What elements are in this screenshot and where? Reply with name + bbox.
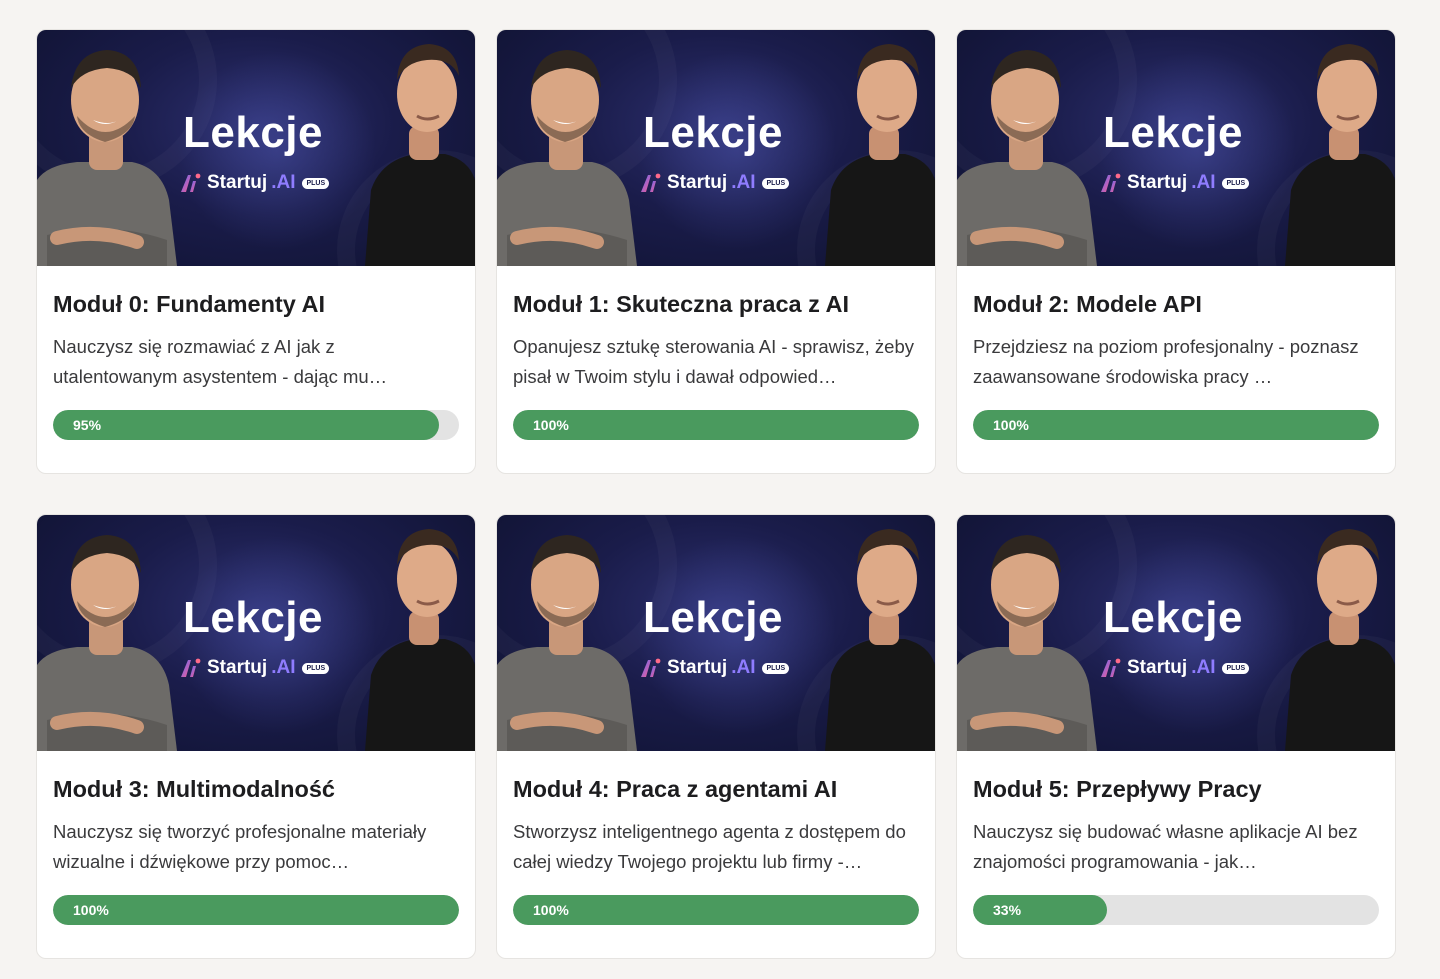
instructor-photo-right [825, 44, 935, 266]
module-progress-label: 100% [73, 902, 109, 918]
instructor-photo-left [37, 50, 177, 266]
instructor-photo-right [825, 529, 935, 751]
brand-name: Startuj [207, 172, 268, 193]
startuj-ai-logo-icon [641, 173, 661, 192]
module-card[interactable]: Lekcje Startuj .AI PLUS Mo [496, 29, 936, 474]
module-thumbnail: Lekcje Startuj .AI PLUS [37, 30, 475, 266]
module-progress-fill: 100% [513, 410, 919, 440]
thumbnail-heading: Lekcje [1103, 593, 1243, 642]
module-description: Opanujesz sztukę sterowania AI - sprawis… [513, 336, 915, 387]
module-description: Przejdziesz na poziom profesjonalny - po… [973, 336, 1359, 387]
module-progress-bar: 100% [513, 410, 919, 440]
brand-suffix: .AI [1191, 172, 1216, 193]
brand-suffix: .AI [731, 657, 756, 678]
plus-badge: PLUS [762, 662, 790, 674]
module-thumbnail: Lekcje Startuj .AI PLUS [957, 515, 1395, 751]
module-progress-fill: 33% [973, 895, 1107, 925]
plus-badge: PLUS [1222, 177, 1250, 189]
thumbnail-heading: Lekcje [643, 593, 783, 642]
module-title[interactable]: Moduł 2: Modele API [973, 291, 1379, 318]
module-card[interactable]: Lekcje Startuj .AI PLUS Mo [36, 29, 476, 474]
module-card[interactable]: Lekcje Startuj .AI PLUS Mo [496, 514, 936, 959]
brand-name: Startuj [207, 657, 268, 678]
brand-logo: Startuj .AI PLUS [639, 656, 790, 680]
brand-name: Startuj [667, 172, 728, 193]
module-title[interactable]: Moduł 5: Przepływy Pracy [973, 776, 1379, 803]
brand-name: Startuj [1127, 657, 1188, 678]
startuj-ai-logo-icon [641, 658, 661, 677]
module-progress-bar: 33% [973, 895, 1379, 925]
module-progress-label: 100% [993, 417, 1029, 433]
instructor-photo-left [497, 50, 637, 266]
module-progress-bar: 100% [973, 410, 1379, 440]
brand-logo: Startuj .AI PLUS [1099, 656, 1250, 680]
module-progress-label: 33% [993, 902, 1022, 918]
instructor-photo-left [957, 535, 1097, 751]
startuj-ai-logo-icon [181, 173, 201, 192]
instructor-photo-right [365, 44, 475, 266]
module-title[interactable]: Moduł 1: Skuteczna praca z AI [513, 291, 919, 318]
module-progress-fill: 100% [973, 410, 1379, 440]
thumbnail-heading: Lekcje [643, 108, 783, 157]
module-title[interactable]: Moduł 0: Fundamenty AI [53, 291, 459, 318]
thumbnail-heading: Lekcje [1103, 108, 1243, 157]
module-grid: Lekcje Startuj .AI PLUS Moduł 0: Fundame… [36, 29, 1396, 959]
module-thumbnail: Lekcje Startuj .AI PLUS [957, 30, 1395, 266]
module-progress-label: 95% [73, 417, 102, 433]
module-progress-fill: 100% [53, 895, 459, 925]
instructor-photo-right [365, 529, 475, 751]
module-description: Nauczysz się tworzyć profesjonalne mater… [53, 821, 427, 872]
plus-badge: PLUS [762, 177, 790, 189]
module-description: Nauczysz się rozmawiać z AI jak z utalen… [53, 336, 388, 387]
module-progress-bar: 100% [513, 895, 919, 925]
module-description: Stworzysz inteligentnego agenta z dostęp… [513, 821, 906, 872]
module-card[interactable]: Lekcje Startuj .AI PLUS Mo [36, 514, 476, 959]
instructor-photo-right [1285, 44, 1395, 266]
brand-suffix: .AI [271, 657, 296, 678]
module-description: Nauczysz się budować własne aplikacje AI… [973, 821, 1358, 872]
brand-name: Startuj [667, 657, 728, 678]
brand-logo: Startuj .AI PLUS [1099, 171, 1250, 195]
module-title[interactable]: Moduł 3: Multimodalność [53, 776, 459, 803]
brand-suffix: .AI [271, 172, 296, 193]
plus-badge: PLUS [1222, 662, 1250, 674]
thumbnail-heading: Lekcje [183, 593, 323, 642]
module-thumbnail: Lekcje Startuj .AI PLUS [497, 30, 935, 266]
startuj-ai-logo-icon [181, 658, 201, 677]
module-progress-fill: 95% [53, 410, 439, 440]
module-progress-bar: 95% [53, 410, 459, 440]
instructor-photo-left [497, 535, 637, 751]
plus-badge: PLUS [302, 177, 330, 189]
module-thumbnail: Lekcje Startuj .AI PLUS [37, 515, 475, 751]
brand-suffix: .AI [731, 172, 756, 193]
brand-name: Startuj [1127, 172, 1188, 193]
startuj-ai-logo-icon [1101, 658, 1121, 677]
module-card[interactable]: Lekcje Startuj .AI PLUS Mo [956, 514, 1396, 959]
module-progress-label: 100% [533, 902, 569, 918]
startuj-ai-logo-icon [1101, 173, 1121, 192]
module-card[interactable]: Lekcje Startuj .AI PLUS Mo [956, 29, 1396, 474]
module-title[interactable]: Moduł 4: Praca z agentami AI [513, 776, 919, 803]
instructor-photo-left [957, 50, 1097, 266]
module-progress-fill: 100% [513, 895, 919, 925]
plus-badge: PLUS [302, 662, 330, 674]
module-thumbnail: Lekcje Startuj .AI PLUS [497, 515, 935, 751]
instructor-photo-left [37, 535, 177, 751]
instructor-photo-right [1285, 529, 1395, 751]
brand-suffix: .AI [1191, 657, 1216, 678]
brand-logo: Startuj .AI PLUS [639, 171, 790, 195]
module-progress-bar: 100% [53, 895, 459, 925]
brand-logo: Startuj .AI PLUS [179, 171, 330, 195]
module-progress-label: 100% [533, 417, 569, 433]
brand-logo: Startuj .AI PLUS [179, 656, 330, 680]
thumbnail-heading: Lekcje [183, 108, 323, 157]
